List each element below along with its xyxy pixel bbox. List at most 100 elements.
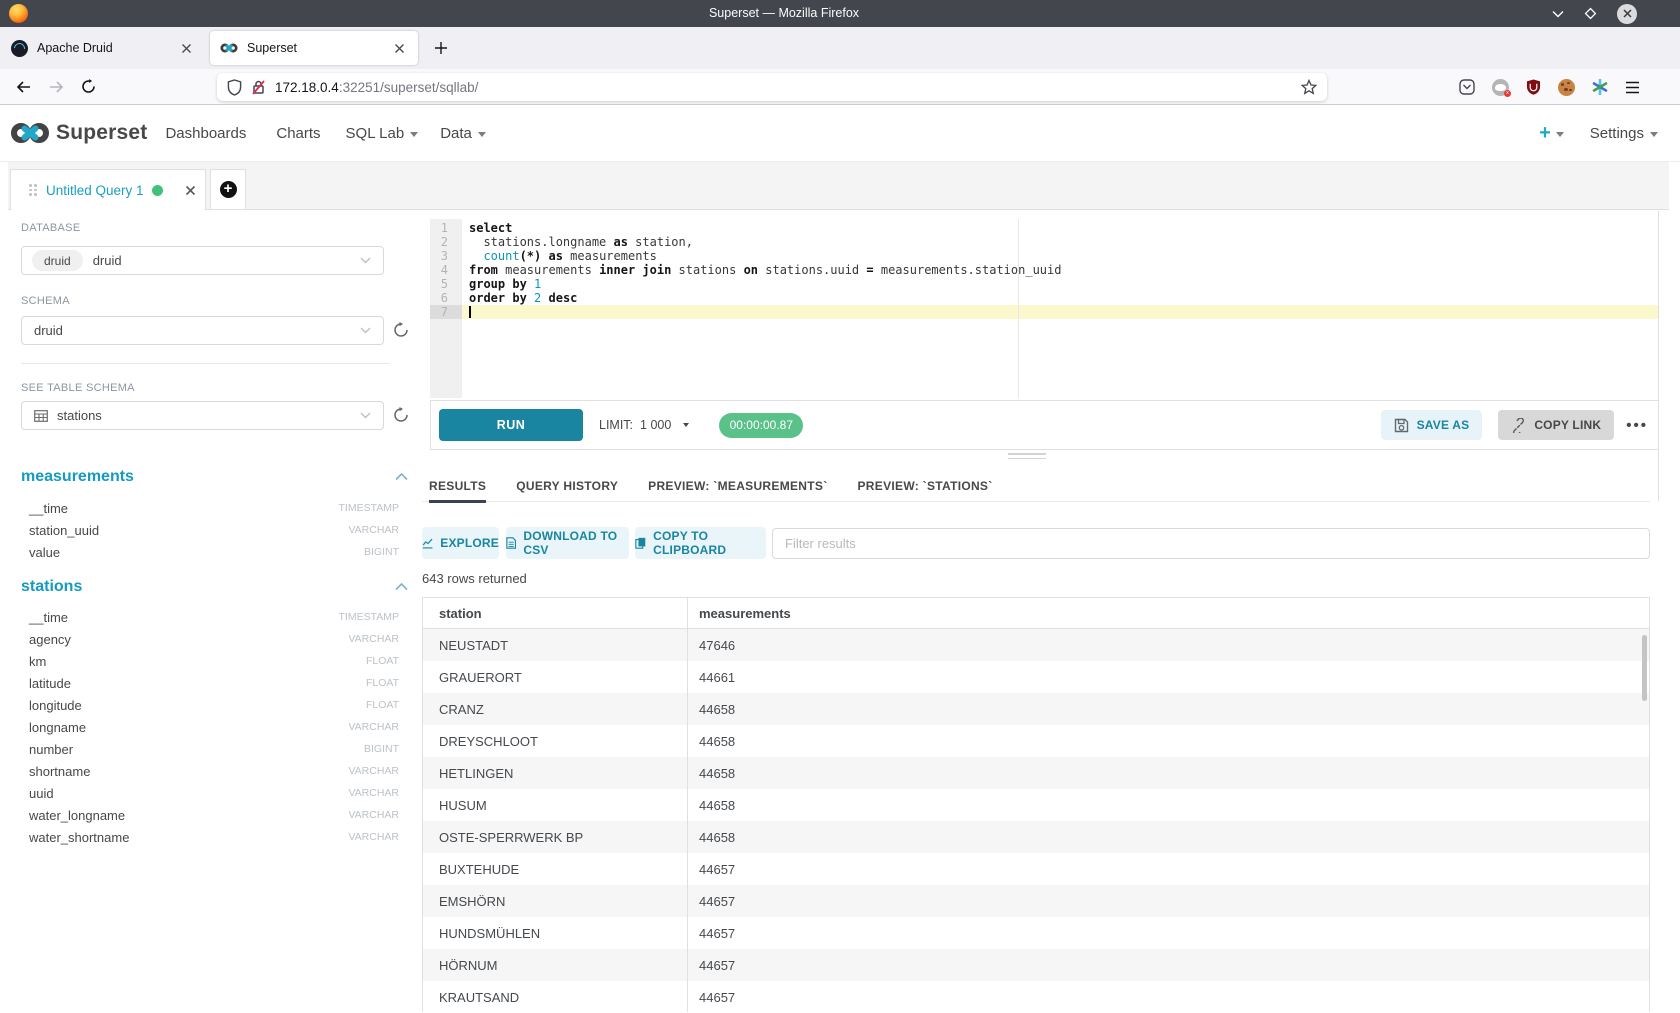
new-tab-button[interactable] xyxy=(426,31,456,65)
cell-station: HETLINGEN xyxy=(423,766,687,781)
download-csv-button[interactable]: DOWNLOAD TO CSV xyxy=(506,527,629,559)
browser-tab-strip: Apache Druid Superset xyxy=(0,27,1680,69)
column-header-measurements[interactable]: measurements xyxy=(687,606,1649,621)
query-status-dot xyxy=(152,185,163,196)
column-type: VARCHAR xyxy=(348,524,399,536)
query-tab-close-icon[interactable] xyxy=(185,185,196,196)
pane-drag-handle[interactable] xyxy=(1008,453,1046,462)
column-name: shortname xyxy=(29,764,90,779)
cell-measurements: 44658 xyxy=(687,766,1649,781)
query-run-toolbar: RUN LIMIT: 1 000 00:00:00.87 SAVE AS COP… xyxy=(430,400,1659,450)
window-maximize-icon[interactable] xyxy=(1584,7,1597,20)
results-tab-preview-measurements-[interactable]: PREVIEW: `MEASUREMENTS` xyxy=(648,470,827,502)
copy-clipboard-button[interactable]: COPY TO CLIPBOARD xyxy=(635,527,766,559)
editor-cursor xyxy=(469,306,471,318)
filter-results-input[interactable] xyxy=(772,528,1650,559)
database-select[interactable]: druid druid xyxy=(21,246,384,275)
nav-plus-button[interactable]: + xyxy=(1539,122,1564,145)
limit-dropdown[interactable]: LIMIT: 1 000 xyxy=(599,418,689,432)
column-type: FLOAT xyxy=(366,699,399,711)
cell-station: HUNDSMÜHLEN xyxy=(423,926,687,941)
superset-brand[interactable]: Superset xyxy=(56,121,147,145)
query-tab[interactable]: Untitled Query 1 xyxy=(10,169,206,210)
superset-navbar: Superset Dashboards Charts SQL Lab Data + S… xyxy=(0,105,1680,162)
nav-item-sql-lab[interactable]: SQL Lab xyxy=(346,125,419,142)
browser-tab-superset[interactable]: Superset xyxy=(210,31,418,65)
sql-editor[interactable]: 1234567 select stations.longname as stat… xyxy=(430,219,1659,398)
window-close-icon[interactable] xyxy=(1617,4,1637,24)
results-tab-query-history[interactable]: QUERY HISTORY xyxy=(516,470,618,502)
window-titlebar: Superset — Mozilla Firefox xyxy=(0,0,1680,27)
schema-table-header-stations[interactable]: stations xyxy=(21,577,410,597)
reload-icon[interactable] xyxy=(72,79,104,94)
table-value: stations xyxy=(57,408,102,423)
query-tab-strip: Untitled Query 1 + xyxy=(8,162,1669,210)
column-name: __time xyxy=(29,610,68,625)
extension-asterisk-icon[interactable] xyxy=(1592,79,1608,95)
bookmark-star-icon[interactable] xyxy=(1301,79,1317,95)
refresh-schema-icon[interactable] xyxy=(393,322,409,338)
plus-icon: + xyxy=(220,181,237,198)
cell-station: NEUSTADT xyxy=(423,638,687,653)
forward-icon[interactable] xyxy=(40,80,72,94)
schema-table-header-measurements[interactable]: measurements xyxy=(21,467,410,487)
download-csv-label: DOWNLOAD TO CSV xyxy=(523,529,629,557)
schema-table-name: measurements xyxy=(21,468,134,486)
shield-icon[interactable] xyxy=(227,79,242,96)
nav-item-charts[interactable]: Charts xyxy=(276,125,320,142)
explore-button[interactable]: EXPLORE xyxy=(422,527,499,559)
table-scrollbar[interactable] xyxy=(1642,635,1647,701)
column-name: longitude xyxy=(29,698,82,713)
back-icon[interactable] xyxy=(8,80,40,94)
schema-column-row: kmFLOAT xyxy=(21,650,410,672)
table-schema-label: SEE TABLE SCHEMA xyxy=(21,382,135,394)
tab-close-icon[interactable] xyxy=(394,43,408,54)
url-bar[interactable]: 172.18.0.4:32251/superset/sqllab/ xyxy=(217,73,1327,101)
column-header-station[interactable]: station xyxy=(423,606,687,621)
copy-link-button[interactable]: COPY LINK xyxy=(1498,410,1614,440)
pocket-icon[interactable] xyxy=(1459,79,1475,95)
column-name: latitude xyxy=(29,676,71,691)
cell-station: DREYSCHLOOT xyxy=(423,734,687,749)
results-tab-preview-stations-[interactable]: PREVIEW: `STATIONS` xyxy=(858,470,993,502)
column-type: VARCHAR xyxy=(348,787,399,799)
cookie-icon[interactable] xyxy=(1558,79,1575,96)
column-type: FLOAT xyxy=(366,655,399,667)
schema-select[interactable]: druid xyxy=(21,316,384,345)
table-select[interactable]: stations xyxy=(21,401,384,430)
limit-value: 1 000 xyxy=(640,418,671,432)
cell-station: OSTE-SPERRWERK BP xyxy=(423,830,687,845)
nav-item-dashboards[interactable]: Dashboards xyxy=(165,125,246,142)
column-type: TIMESTAMP xyxy=(339,502,399,514)
lock-insecure-icon[interactable] xyxy=(251,79,266,95)
refresh-table-icon[interactable] xyxy=(393,407,409,423)
more-options-icon[interactable]: ••• xyxy=(1626,417,1648,434)
table-row: DREYSCHLOOT44658 xyxy=(423,725,1649,757)
cell-measurements: 44657 xyxy=(687,862,1649,877)
window-minimize-icon[interactable] xyxy=(1552,10,1564,18)
chevron-down-icon xyxy=(360,327,371,334)
extension-mask-icon[interactable]: x xyxy=(1492,79,1509,96)
browser-tab-druid[interactable]: Apache Druid xyxy=(0,27,205,69)
cell-measurements: 44658 xyxy=(687,734,1649,749)
save-as-button[interactable]: SAVE AS xyxy=(1381,410,1483,440)
url-text: 172.18.0.4:32251/superset/sqllab/ xyxy=(275,80,1301,95)
ublock-icon[interactable] xyxy=(1526,79,1541,95)
column-type: BIGINT xyxy=(364,743,399,755)
chevron-up-icon[interactable] xyxy=(395,583,408,591)
results-table: stationmeasurementsNEUSTADT47646GRAUEROR… xyxy=(422,597,1650,1012)
new-query-tab-button[interactable]: + xyxy=(210,169,246,210)
superset-favicon xyxy=(220,42,238,54)
menu-hamburger-icon[interactable] xyxy=(1625,81,1640,94)
nav-item-data[interactable]: Data xyxy=(440,125,486,142)
run-button[interactable]: RUN xyxy=(439,409,583,441)
results-tab-results[interactable]: RESULTS xyxy=(429,470,486,502)
nav-settings-menu[interactable]: Settings xyxy=(1590,125,1658,142)
drag-handle-icon[interactable] xyxy=(29,184,37,196)
column-name: water_shortname xyxy=(29,830,129,845)
superset-logo[interactable] xyxy=(10,120,50,146)
query-tab-label: Untitled Query 1 xyxy=(46,183,144,198)
chevron-up-icon[interactable] xyxy=(395,473,408,481)
tab-close-icon[interactable] xyxy=(181,43,195,54)
table-row: BUXTEHUDE44657 xyxy=(423,853,1649,885)
